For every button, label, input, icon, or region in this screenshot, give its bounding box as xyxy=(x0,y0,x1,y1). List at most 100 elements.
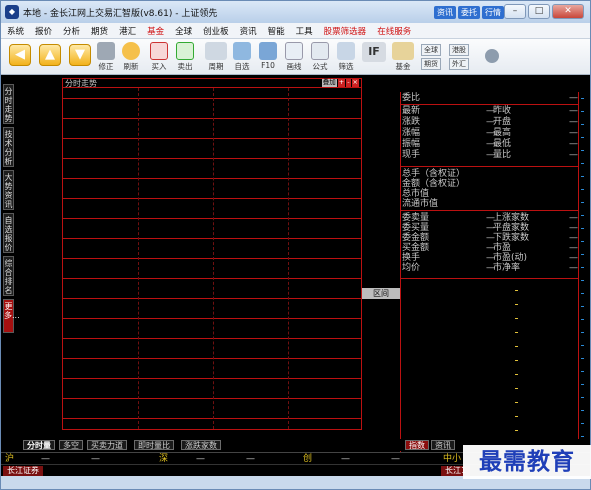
tick-mark xyxy=(515,304,518,305)
menu-fund[interactable]: 基金 xyxy=(147,25,164,37)
ticker-mark xyxy=(581,384,584,385)
menu-news[interactable]: 资讯 xyxy=(240,25,257,37)
zoom-out-button[interactable]: - xyxy=(346,79,351,87)
sidetab-intraday[interactable]: 分时走势 xyxy=(3,84,14,124)
quote-row: 最新 — 昨收 — xyxy=(402,106,580,116)
menu-tools[interactable]: 工具 xyxy=(296,25,313,37)
menu-system[interactable]: 系统 xyxy=(7,25,24,37)
fix-button[interactable]: 修正 xyxy=(94,42,118,72)
close-button[interactable]: ✕ xyxy=(552,4,584,19)
f10-button[interactable]: F10 xyxy=(256,42,280,70)
if-button[interactable]: IF xyxy=(361,42,387,62)
title-link-quotes[interactable]: 行情 xyxy=(482,6,504,19)
fix-icon xyxy=(97,42,115,60)
application-window: ◆ 本地 - 金长江网上交易汇智版(v8.61) - 上证领先 资讯 委托 行情… xyxy=(0,0,591,490)
title-link-news[interactable]: 资讯 xyxy=(434,6,456,19)
period-icon xyxy=(205,42,227,60)
refresh-label: 刷新 xyxy=(123,62,139,71)
sidetab-ranking[interactable]: 综合排名 xyxy=(3,256,14,296)
quote-panel: 委比 — 最新 — 昨收 — 涨跌 — 开盘 — 涨幅 — 最高 — 振幅 — 最低 — 现手 — 量比 — 总手（含… xyxy=(400,92,580,460)
tab-index[interactable]: 指数 xyxy=(405,440,429,450)
futures-small-button[interactable]: 期货 xyxy=(421,58,441,70)
quote-row: 金额（含权证） xyxy=(402,179,580,189)
sidetab-market-news[interactable]: 大势资讯 xyxy=(3,170,14,210)
ticker-mark xyxy=(581,306,584,307)
quote-label: 委比 xyxy=(402,93,421,103)
sidetab-technical[interactable]: 技术分析 xyxy=(3,127,14,167)
index-cy-label[interactable]: 创 xyxy=(303,454,312,464)
drawline-button[interactable]: 画线 xyxy=(282,42,306,72)
index-sme-label[interactable]: 中小 xyxy=(443,454,461,464)
menu-smart[interactable]: 智能 xyxy=(268,25,285,37)
quote-row: 现手 — 量比 — xyxy=(402,150,580,160)
global-small-button[interactable]: 全球 xyxy=(421,44,441,56)
period-label: 周期 xyxy=(208,62,224,71)
grid-line xyxy=(63,238,361,239)
sidetab-watchlist[interactable]: 自选报价 xyxy=(3,213,14,253)
sell-label: 卖出 xyxy=(177,62,193,71)
grid-line xyxy=(63,218,361,219)
quote-value: — xyxy=(569,117,578,127)
sidetab-more[interactable]: 更多... xyxy=(3,299,20,333)
broker-badge[interactable]: 长江证券 xyxy=(3,466,43,476)
tab-news[interactable]: 资讯 xyxy=(431,440,455,450)
quote-label: 涨幅 xyxy=(402,128,421,138)
sell-button[interactable]: 卖出 xyxy=(173,42,197,72)
grid-line xyxy=(63,198,361,199)
right-ticker-strip[interactable] xyxy=(579,92,590,460)
period-button[interactable]: 周期 xyxy=(204,42,228,72)
grid-line xyxy=(63,298,361,299)
menu-quotes[interactable]: 报价 xyxy=(35,25,52,37)
menu-hk-fx[interactable]: 港汇 xyxy=(119,25,136,37)
index-sz-label[interactable]: 深 xyxy=(159,454,168,464)
overlay-button[interactable]: 叠加 xyxy=(321,79,337,87)
filter-button[interactable]: 筛选 xyxy=(334,42,358,72)
back-arrow-icon[interactable]: ◀ xyxy=(9,44,31,66)
quote-label: 现手 xyxy=(402,150,421,160)
tab-intraday-volume[interactable]: 分时量 xyxy=(23,440,55,450)
quote-label: 开盘 xyxy=(493,117,512,127)
forex-small-button[interactable]: 外汇 xyxy=(449,58,469,70)
ticker-mark xyxy=(581,124,584,125)
divider xyxy=(401,210,580,211)
clock-icon xyxy=(122,42,140,60)
maximize-button[interactable]: □ xyxy=(528,4,550,19)
up-arrow-icon[interactable]: ▲ xyxy=(39,44,61,66)
menu-online-service[interactable]: 在线服务 xyxy=(377,25,411,37)
formula-button[interactable]: 公式 xyxy=(308,42,332,72)
tab-long-short[interactable]: 多空 xyxy=(59,440,83,450)
sell-icon xyxy=(176,42,194,60)
gear-icon[interactable] xyxy=(485,49,499,63)
quote-label: 委金额 xyxy=(402,233,430,243)
zoom-in-button[interactable]: + xyxy=(337,79,346,87)
menu-futures[interactable]: 期货 xyxy=(91,25,108,37)
quote-value: — xyxy=(569,128,578,138)
tab-buy-sell-force[interactable]: 买卖力道 xyxy=(87,440,127,450)
side-tabs: 分时走势 技术分析 大势资讯 自选报价 综合排名 更多... xyxy=(1,75,20,463)
minimize-button[interactable]: – xyxy=(504,4,526,19)
quote-label: 委卖量 xyxy=(402,213,430,223)
interval-button[interactable]: 区间 xyxy=(362,288,400,299)
fund-button[interactable]: 基金 xyxy=(391,42,415,72)
refresh-button[interactable]: 刷新 xyxy=(119,42,143,72)
tick-mark xyxy=(515,388,518,389)
quote-row: 振幅 — 最低 — xyxy=(402,139,580,149)
tick-mark xyxy=(515,346,518,347)
hk-small-button[interactable]: 港股 xyxy=(449,44,469,56)
down-arrow-icon[interactable]: ▼ xyxy=(69,44,91,66)
chart-close-button[interactable]: × xyxy=(351,79,359,87)
menu-stock-screener[interactable]: 股票筛选器 xyxy=(324,25,367,37)
tab-volume-ratio[interactable]: 即时量比 xyxy=(134,440,174,450)
menu-gem[interactable]: 创业板 xyxy=(203,25,229,37)
intraday-chart[interactable]: 分时走势 叠加 + - × xyxy=(62,78,362,430)
menu-global[interactable]: 全球 xyxy=(175,25,192,37)
watchlist-button[interactable]: 自选 xyxy=(230,42,254,72)
grid-line xyxy=(63,258,361,259)
index-sh-label[interactable]: 沪 xyxy=(5,454,14,464)
title-bar[interactable]: ◆ 本地 - 金长江网上交易汇智版(v8.61) - 上证领先 资讯 委托 行情… xyxy=(1,1,590,23)
buy-button[interactable]: 买入 xyxy=(147,42,171,72)
menu-analysis[interactable]: 分析 xyxy=(63,25,80,37)
tab-advance-decline[interactable]: 涨跌家数 xyxy=(181,440,221,450)
title-link-trade[interactable]: 委托 xyxy=(458,6,480,19)
grid-line xyxy=(63,358,361,359)
